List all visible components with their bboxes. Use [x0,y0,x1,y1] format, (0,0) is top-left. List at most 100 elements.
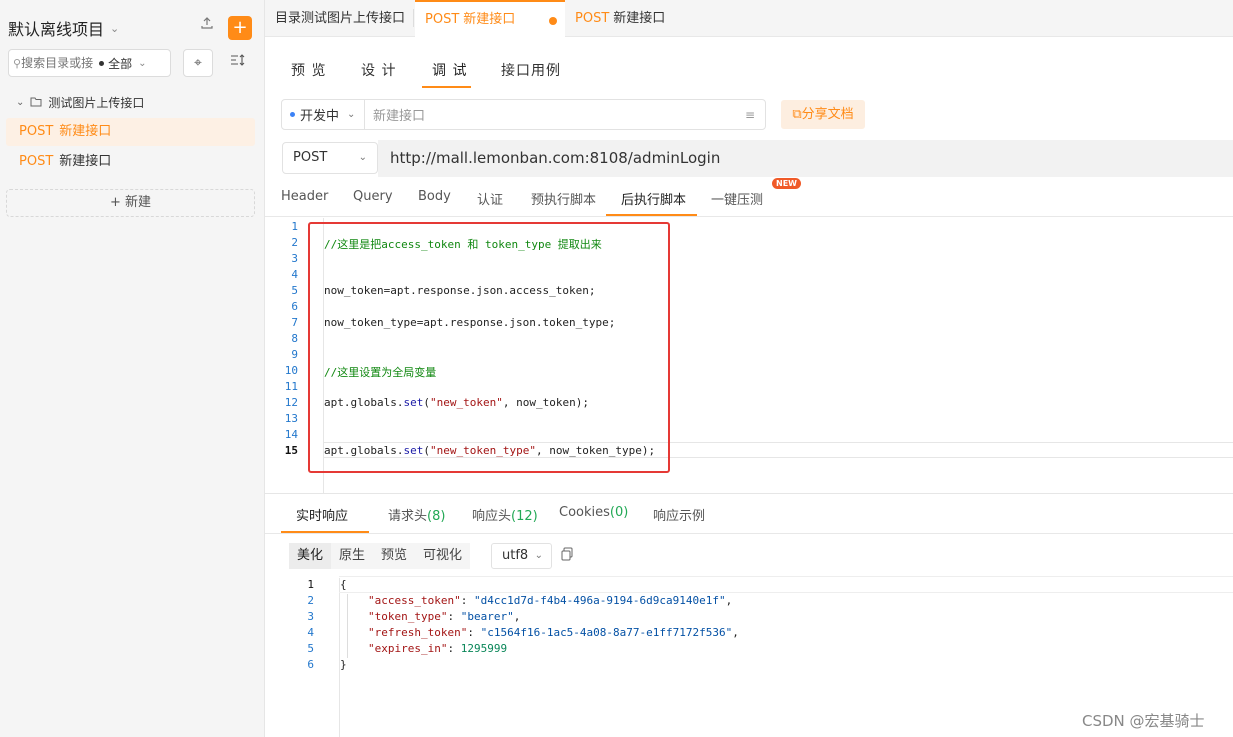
chevron-down-icon: ⌄ [534,550,543,561]
line-number: 12 [284,396,298,409]
tab-request-headers[interactable]: 请求头(8) [388,505,445,524]
line-number: 14 [284,428,298,441]
file-tab[interactable]: POST 新建接口 [565,0,715,37]
line-number: 9 [291,348,298,361]
line-number: 2 [307,594,314,607]
tab-body[interactable]: Body [418,189,451,204]
tab-test-cases[interactable]: 接口用例 [501,60,561,80]
line-number: 10 [284,364,298,377]
file-tab-label: 新建接口 [613,11,666,26]
tab-post-script[interactable]: 后执行脚本 [621,189,686,208]
line-number: 2 [291,236,298,249]
chevron-down-icon: ⌄ [16,97,25,108]
locate-icon[interactable]: ⌖ [183,49,213,77]
status-label: 开发中 [300,109,340,124]
line-number: 3 [291,252,298,265]
tab-live-response[interactable]: 实时响应 [296,505,348,524]
line-number: 1 [291,220,298,233]
line-number: 1 [307,578,314,591]
import-icon[interactable] [197,16,217,36]
file-tab-label: 目录测试图片上传接口 [275,11,406,26]
file-tab[interactable]: 目录测试图片上传接口 [265,0,411,37]
tab-load-test[interactable]: 一键压测 [711,189,763,208]
share-doc-button[interactable]: ⧉分享文档 [781,100,865,129]
new-badge: NEW [772,178,801,189]
tab-label: 响应头 [472,509,512,524]
status-select[interactable]: 开发中 ⌄ [282,100,365,129]
active-tab-indicator [422,86,471,88]
json-punct: , [725,594,733,607]
divider [265,493,1233,494]
tree-item-api[interactable]: POST 新建接口 [6,148,255,176]
tab-preview[interactable]: 预 览 [291,60,326,80]
tab-query[interactable]: Query [353,189,393,204]
new-button-label: 新建 [125,195,152,210]
folder-name: 测试图片上传接口 [48,96,145,110]
search-icon: ⚲ [13,56,22,70]
project-selector[interactable]: 默认离线项目 ⌄ [8,16,119,40]
method-select[interactable]: POST ⌄ [282,142,378,174]
tab-header[interactable]: Header [281,189,328,204]
divider [413,9,414,27]
tab-auth[interactable]: 认证 [477,189,503,208]
format-toggle: 美化 原生 预览 可视化 [289,543,471,569]
add-button[interactable]: + [228,16,252,40]
json-value: "bearer" [460,610,514,623]
json-value: 1295999 [460,642,508,655]
format-pretty-button[interactable]: 美化 [289,543,332,569]
method-value: POST [293,150,328,165]
copy-icon[interactable] [561,547,575,563]
format-visual-button[interactable]: 可视化 [415,543,471,569]
line-number: 7 [291,316,298,329]
tab-label: 请求头 [388,509,428,524]
tree-item-api[interactable]: POST 新建接口 [6,118,255,146]
tab-label: 响应示例 [653,509,706,524]
project-title: 默认离线项目 [8,20,105,39]
method-label: POST [19,124,54,139]
folder-item[interactable]: ⌄ 测试图片上传接口 [16,94,144,111]
description-icon[interactable]: ≡ [745,108,755,122]
line-number: 11 [284,380,298,393]
api-name-input[interactable]: 新建接口 [365,105,745,124]
divider [265,533,1233,534]
tab-design[interactable]: 设 计 [361,60,396,80]
json-line: "token_type": "bearer", [368,610,521,623]
format-preview-button[interactable]: 预览 [373,543,416,569]
json-value: "d4cc1d7d-f4b4-496a-9194-6d9ca9140e1f" [473,594,726,607]
external-link-icon: ⧉ [792,107,802,122]
tab-pre-script[interactable]: 预执行脚本 [531,189,596,208]
search-input[interactable] [21,56,94,70]
line-number: 8 [291,332,298,345]
highlight-box [308,222,670,473]
json-line: "access_token": "d4cc1d7d-f4b4-496a-9194… [368,594,733,607]
folder-icon [30,96,42,110]
current-line-highlight [339,576,1233,593]
json-line: "expires_in": 1295999 [368,642,508,655]
line-number: 3 [307,610,314,623]
tab-debug[interactable]: 调 试 [432,60,467,80]
tab-label: Cookies [559,505,610,520]
encoding-value: utf8 [502,548,529,563]
encoding-select[interactable]: utf8 ⌄ [491,543,552,569]
url-input[interactable]: http://mall.lemonban.com:8108/adminLogin [378,140,1233,177]
tab-response-headers[interactable]: 响应头(12) [472,505,538,524]
format-raw-button[interactable]: 原生 [331,543,374,569]
unsaved-dot-icon [549,17,557,25]
json-value: "c1564f16-1ac5-4a08-8a77-e1ff7172f536" [480,626,733,639]
sort-icon[interactable] [228,53,248,73]
new-button[interactable]: + 新建 [6,189,255,217]
line-number: 4 [291,268,298,281]
filter-select[interactable]: 全部 [108,55,132,72]
chevron-down-icon: ⌄ [347,109,356,120]
tab-response-examples[interactable]: 响应示例 [653,505,705,524]
json-key: "token_type" [368,610,448,623]
tab-count: (0) [609,505,629,520]
search-field[interactable]: ⚲ 全部 ⌄ [8,49,171,77]
json-line: } [340,658,347,671]
json-key: "access_token" [368,594,461,607]
tab-cookies[interactable]: Cookies(0) [559,505,628,520]
api-label: 新建接口 [59,124,112,139]
json-punct: , [513,610,521,623]
chevron-down-icon: ⌄ [110,21,120,35]
file-tab-active[interactable]: POST 新建接口 [415,0,565,37]
